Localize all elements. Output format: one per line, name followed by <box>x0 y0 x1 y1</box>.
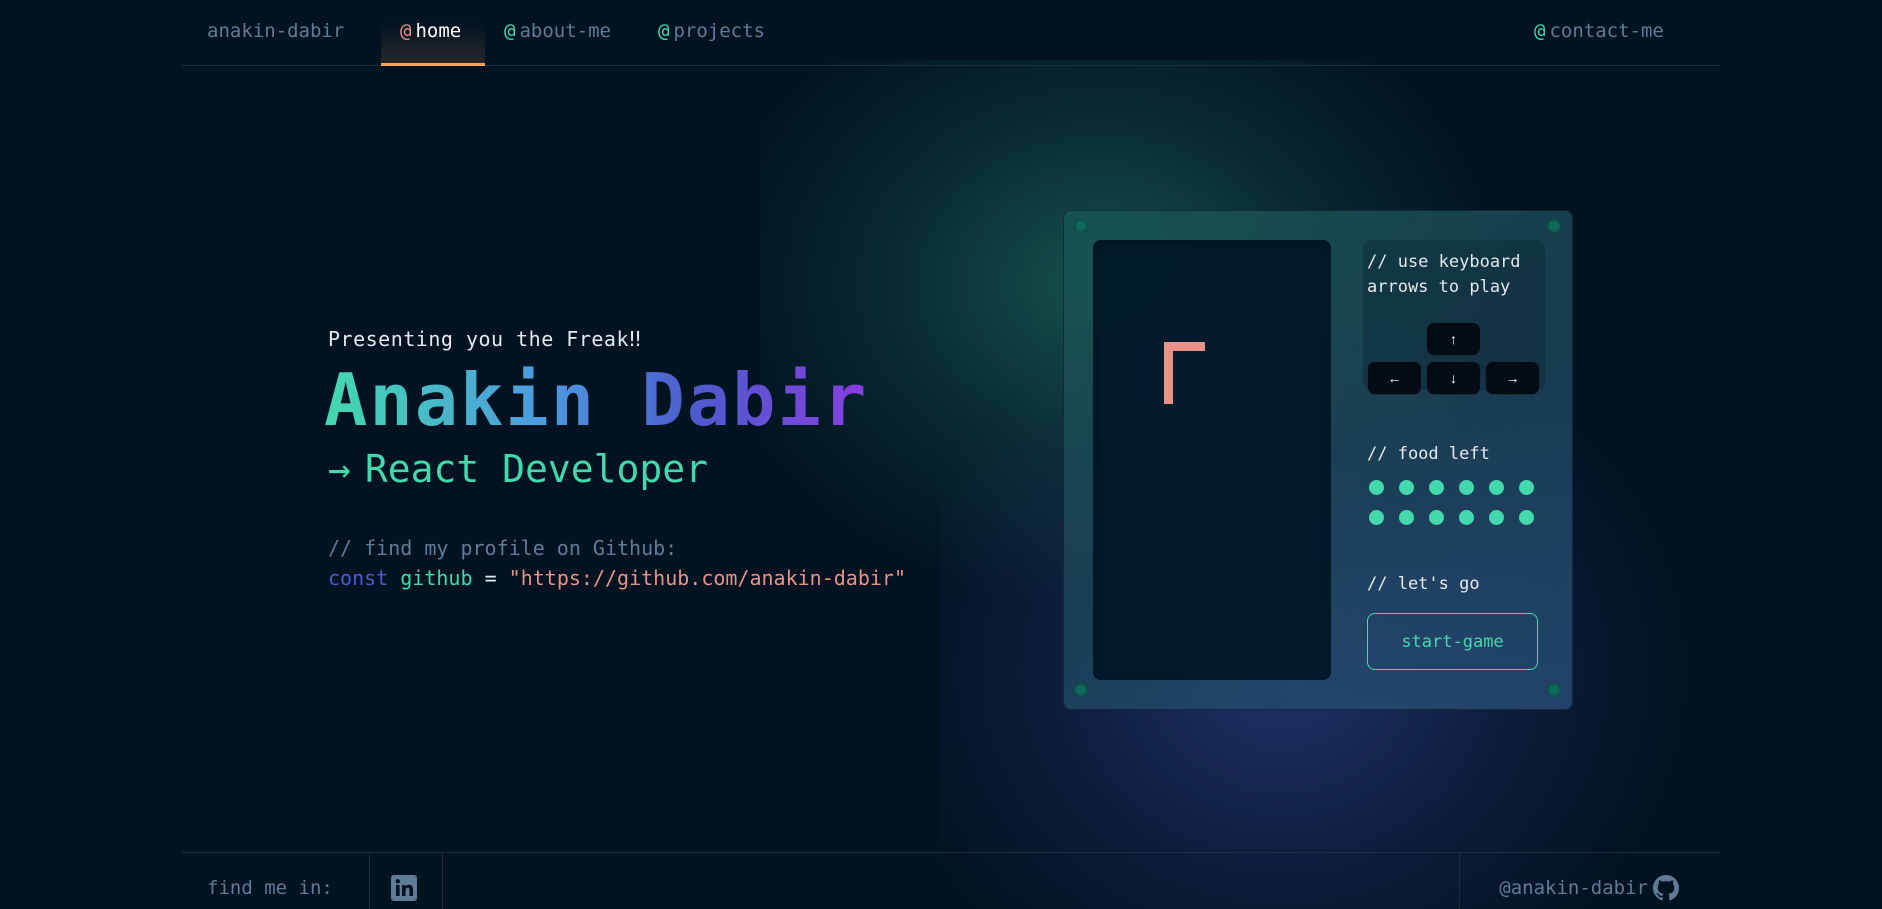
footer: find me in: @anakin-dabir <box>182 852 1720 909</box>
footer-divider <box>369 853 370 909</box>
nav-item-about-me[interactable]: @ about-me <box>504 20 611 66</box>
arrow-left-key[interactable]: ← <box>1367 361 1422 395</box>
arrow-up-icon: ↑ <box>1450 331 1457 347</box>
board-screw <box>1547 219 1561 233</box>
food-dot <box>1489 510 1504 525</box>
nav-item-contact-me[interactable]: @ contact-me <box>1534 20 1664 66</box>
food-dot <box>1519 480 1534 495</box>
lets-go-title: // let's go <box>1367 574 1480 594</box>
food-dot <box>1519 510 1534 525</box>
food-dot <box>1399 480 1414 495</box>
at-symbol: @ <box>1534 20 1546 42</box>
nav-label-home: home <box>415 20 462 42</box>
top-navigation: anakin-dabir @ home @ about-me @ projects @… <box>182 0 1720 66</box>
at-symbol: @ <box>658 20 670 42</box>
role-label: React Developer <box>364 447 709 491</box>
snake-body <box>1164 342 1173 404</box>
start-game-button[interactable]: start-game <box>1367 613 1538 670</box>
nav-label-projects: projects <box>673 20 765 42</box>
page-frame: anakin-dabir @ home @ about-me @ projects @… <box>182 0 1720 909</box>
game-screen[interactable] <box>1093 240 1331 680</box>
code-variable: github <box>400 566 473 590</box>
nav-label-about-me: about-me <box>519 20 611 42</box>
food-dot <box>1399 510 1414 525</box>
at-symbol: @ <box>400 20 412 42</box>
board-screw <box>1074 219 1088 233</box>
nav-item-home[interactable]: @ home <box>400 20 461 66</box>
food-dot <box>1429 510 1444 525</box>
snake-head <box>1164 342 1205 351</box>
code-operator: = <box>484 566 497 590</box>
arrow-right-key[interactable]: → <box>1485 361 1540 395</box>
food-dot <box>1429 480 1444 495</box>
hero-role: → React Developer <box>328 447 708 491</box>
arrow-left-icon: ← <box>1387 370 1402 386</box>
arrow-down-key[interactable]: ↓ <box>1426 361 1481 395</box>
footer-divider <box>1459 853 1460 909</box>
board-screw <box>1074 683 1088 697</box>
snake-game-board: // use keyboard arrows to play ↑ ← ↓ → /… <box>1063 210 1573 710</box>
food-dot <box>1489 480 1504 495</box>
food-left-title: // food left <box>1367 444 1490 464</box>
food-dot <box>1459 510 1474 525</box>
footer-divider <box>442 853 443 909</box>
github-handle-link[interactable]: @anakin-dabir <box>1499 877 1648 899</box>
arrow-down-icon: ↓ <box>1450 370 1457 386</box>
code-keyword: const <box>328 566 389 590</box>
arrow-up-key[interactable]: ↑ <box>1426 322 1481 356</box>
github-code-line: const github = "https://github.com/anaki… <box>328 566 906 590</box>
hero-name: Anakin Dabir <box>324 358 869 442</box>
github-comment: // find my profile on Github: <box>328 536 678 560</box>
github-icon[interactable] <box>1653 875 1679 901</box>
food-dot <box>1369 480 1384 495</box>
github-link[interactable]: "https://github.com/anakin-dabir" <box>509 566 906 590</box>
find-me-label: find me in: <box>207 877 333 899</box>
linkedin-icon[interactable] <box>391 875 417 901</box>
nav-item-projects[interactable]: @ projects <box>658 20 765 66</box>
board-screw <box>1547 683 1561 697</box>
arrow-right-icon: → <box>1505 370 1520 386</box>
arrow-right-icon: → <box>328 447 351 491</box>
at-symbol: @ <box>504 20 516 42</box>
nav-label-contact-me: contact-me <box>1549 20 1664 42</box>
controls-instructions: // use keyboard arrows to play <box>1367 252 1521 297</box>
greeting-text: Presenting you the Freak‼ <box>328 327 642 351</box>
brand-name: anakin-dabir <box>207 20 345 42</box>
food-dot <box>1369 510 1384 525</box>
food-dot <box>1459 480 1474 495</box>
